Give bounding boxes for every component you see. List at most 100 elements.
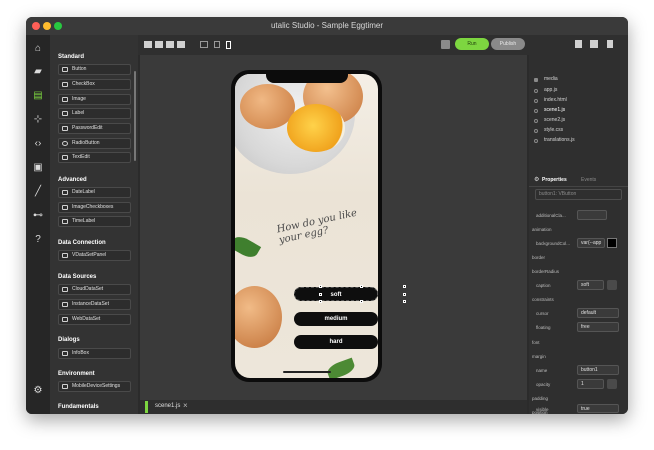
trash-icon[interactable] <box>607 379 617 389</box>
section-dialogs: Dialogs <box>58 337 80 343</box>
palette-item-image[interactable]: Image <box>58 94 131 105</box>
resize-handle[interactable] <box>319 300 322 303</box>
prop-animation[interactable]: animation <box>532 227 552 232</box>
resize-handle[interactable] <box>360 285 363 288</box>
palette-item-vdatasetpanel[interactable]: VDataSetPanel <box>58 250 131 261</box>
prop-visible-select[interactable]: true <box>577 404 619 413</box>
file-translations-js[interactable]: translations.js <box>544 137 575 143</box>
palette-item-datelabel[interactable]: DateLabel <box>58 187 131 198</box>
download-icon[interactable] <box>575 40 582 48</box>
folder-icon[interactable]: ▰ <box>32 66 44 78</box>
settings-gear-icon[interactable]: ⚙ <box>32 385 44 397</box>
minimize-window-icon[interactable] <box>43 22 51 30</box>
resize-handle[interactable] <box>403 293 406 296</box>
home-icon[interactable]: ⌂ <box>32 43 44 55</box>
resize-handle[interactable] <box>360 300 363 303</box>
prop-opacity-input[interactable]: 1 <box>577 379 604 389</box>
palette-item-clouddataset[interactable]: CloudDataSet <box>58 284 131 295</box>
textedit-icon <box>62 155 68 160</box>
prop-name-input[interactable]: button1 <box>577 365 619 375</box>
components-icon[interactable]: ▤ <box>32 90 44 102</box>
tools-icon[interactable]: ⊷ <box>32 210 44 222</box>
phone-preview-icon[interactable] <box>226 41 231 49</box>
prop-font[interactable]: font <box>532 340 540 345</box>
component-selector[interactable]: button1: VButton <box>535 189 622 200</box>
prop-additional-class-input[interactable] <box>577 210 607 220</box>
file-index-html[interactable]: index.html <box>544 97 567 103</box>
file-style-css[interactable]: style.css <box>544 127 563 133</box>
text-icon <box>62 111 68 116</box>
prop-padding[interactable]: padding <box>532 396 548 401</box>
align-center-icon[interactable] <box>155 41 163 48</box>
prop-border[interactable]: border <box>532 255 545 260</box>
file-icon <box>534 119 538 123</box>
cloud-icon <box>62 287 68 292</box>
palette-item-button[interactable]: Button <box>58 64 131 75</box>
trash-icon[interactable] <box>607 280 617 290</box>
save-icon[interactable] <box>441 40 450 49</box>
code-icon[interactable]: ‹› <box>32 138 44 150</box>
palette-item-passwordedit[interactable]: PasswordEdit <box>58 123 131 134</box>
palette-item-infobox[interactable]: InfoBox <box>58 348 131 359</box>
palette-item-instancedataset[interactable]: InstanceDataSet <box>58 299 131 310</box>
resize-handle[interactable] <box>319 293 322 296</box>
calendar-icon[interactable]: ▣ <box>32 162 44 174</box>
tab-properties[interactable]: Properties <box>542 177 567 183</box>
tab-events[interactable]: Events <box>581 177 596 183</box>
prop-name-label: name <box>536 368 548 373</box>
prop-cursor-select[interactable]: default <box>577 308 619 318</box>
resize-handle[interactable] <box>319 285 322 288</box>
prop-opacity-label: opacity <box>536 382 551 387</box>
palette-item-imagecheckboxes[interactable]: ImageCheckboxes <box>58 202 131 213</box>
distribute-icon[interactable] <box>177 41 185 48</box>
prop-constraints[interactable]: constraints <box>532 297 554 302</box>
document-icon[interactable] <box>607 40 613 48</box>
help-icon[interactable]: ? <box>32 234 44 246</box>
button-icon <box>62 67 68 72</box>
soft-button[interactable]: soft <box>294 287 378 301</box>
file-app-js[interactable]: app.js <box>544 87 557 93</box>
desktop-preview-icon[interactable] <box>200 41 208 48</box>
prop-floating-select[interactable]: free <box>577 322 619 332</box>
tablet-preview-icon[interactable] <box>214 41 220 48</box>
palette-item-checkbox[interactable]: CheckBox <box>58 79 131 90</box>
prop-background-color-input[interactable]: var(--app <box>577 238 605 248</box>
prop-margin[interactable]: margin <box>532 354 546 359</box>
align-right-icon[interactable] <box>166 41 174 48</box>
align-left-icon[interactable] <box>144 41 152 48</box>
close-window-icon[interactable] <box>32 22 40 30</box>
copy-icon[interactable] <box>590 40 598 48</box>
prop-caption-input[interactable]: soft <box>577 280 604 290</box>
image-checkbox-icon <box>62 205 68 210</box>
hard-button[interactable]: hard <box>294 335 378 349</box>
color-swatch[interactable] <box>607 238 617 248</box>
section-environment: Environment <box>58 371 95 377</box>
medium-button[interactable]: medium <box>294 312 378 326</box>
palette-scrollbar[interactable] <box>134 71 136 161</box>
resize-handle[interactable] <box>403 300 406 303</box>
publish-button[interactable]: Publish <box>491 38 525 50</box>
password-icon <box>62 126 68 131</box>
hierarchy-icon[interactable]: ⊹ <box>32 114 44 126</box>
prop-border-radius[interactable]: borderRadius <box>532 269 559 274</box>
leaf-image <box>235 233 262 261</box>
prop-cursor-label: cursor <box>536 311 549 316</box>
resize-handle[interactable] <box>403 285 406 288</box>
file-scene2-js[interactable]: scene2.js <box>544 117 565 123</box>
infobox-icon <box>62 351 68 356</box>
brush-icon[interactable]: ╱ <box>32 186 44 198</box>
prop-additional-class-label: additionalCla... <box>536 213 566 218</box>
palette-item-webdataset[interactable]: WebDataSet <box>58 314 131 325</box>
palette-item-timelabel[interactable]: TimeLabel <box>58 216 131 227</box>
run-button[interactable]: Run <box>455 38 489 50</box>
palette-item-label[interactable]: Label <box>58 108 131 119</box>
palette-item-mobiledevicesettings[interactable]: MobileDeviceSettings <box>58 381 131 392</box>
palette-item-textedit[interactable]: TextEdit <box>58 152 131 163</box>
file-scene1-js[interactable]: scene1.js <box>544 107 565 113</box>
panel-icon <box>62 253 68 258</box>
tab-close-icon[interactable]: × <box>183 401 188 410</box>
tab-scene1[interactable]: scene1.js <box>155 403 180 409</box>
palette-item-radiobutton[interactable]: RadioButton <box>58 138 131 149</box>
zoom-window-icon[interactable] <box>54 22 62 30</box>
file-media[interactable]: media <box>544 76 558 82</box>
